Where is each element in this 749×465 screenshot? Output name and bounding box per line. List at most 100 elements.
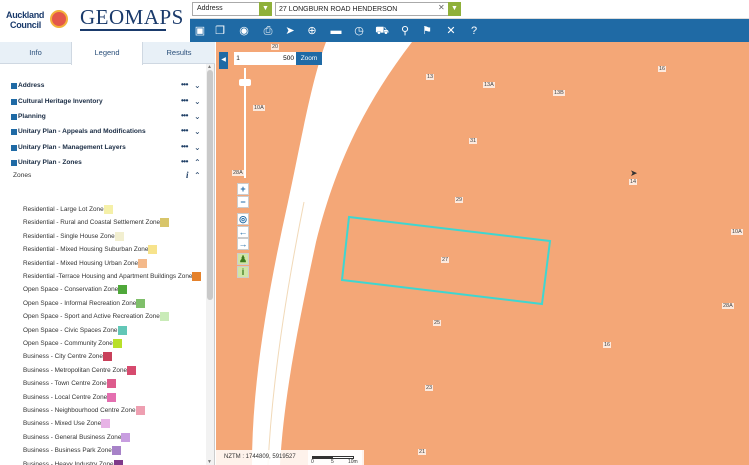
more-options-icon[interactable]: ••• (181, 157, 188, 166)
layer-checkbox[interactable] (11, 129, 17, 135)
scroll-down-icon[interactable]: ▼ (207, 459, 212, 465)
car-icon[interactable]: ⛟ (374, 23, 390, 39)
layer-address[interactable]: Address ••• ⌄ (11, 80, 206, 93)
globe-icon[interactable]: ◎ (237, 213, 249, 225)
layer-label: Planning (18, 113, 46, 120)
search-button[interactable]: ▼ (448, 2, 461, 16)
scrollbar-thumb[interactable] (207, 70, 213, 300)
back-arrow-icon[interactable]: ← (237, 226, 249, 238)
coordinates-readout: NZTM : 1744809, 5919527 (224, 454, 296, 460)
parcel-label: 13 (426, 74, 435, 80)
search-input[interactable] (275, 2, 461, 16)
layers-icon[interactable]: ▣ (192, 23, 208, 39)
zoom-slider-handle[interactable] (239, 79, 251, 86)
layer-planning[interactable]: Planning ••• ⌄ (11, 111, 206, 124)
zone-label: Business - Metropolitan Centre Zone (23, 366, 128, 374)
zone-legend-item: Business - Business Park Zone (23, 446, 121, 458)
zone-swatch (112, 339, 122, 348)
zone-label: Residential - Mixed Housing Suburban Zon… (23, 246, 149, 254)
zone-label: Business - Heavy Industry Zone (23, 460, 114, 465)
pin-icon[interactable]: ⚲ (397, 23, 413, 39)
zone-legend-item: Business - Local Centre Zone (23, 392, 117, 405)
header: Auckland Council GEOMAPS Address ▼ ✕ ▼ ▣… (0, 0, 749, 42)
street-view-icon[interactable]: ♟ (237, 253, 249, 265)
zone-swatch (111, 446, 121, 456)
more-options-icon[interactable]: ••• (181, 80, 188, 89)
zone-legend-item: Business - City Centre Zone (23, 352, 112, 364)
zone-label: Residential - Large Lot Zone (23, 206, 104, 213)
tab-legend[interactable]: Legend (71, 42, 143, 65)
chevron-down-icon[interactable]: ⌄ (194, 127, 201, 136)
copy-icon[interactable]: ❐ (212, 23, 228, 39)
layer-appeals-modifications[interactable]: Unitary Plan - Appeals and Modifications… (11, 126, 206, 139)
scale-label: 5 (331, 459, 334, 465)
eye-icon[interactable]: ◉ (236, 23, 252, 39)
help-icon[interactable]: ? (466, 23, 482, 39)
layer-management-layers[interactable]: Unitary Plan - Management Layers ••• ⌄ (11, 142, 206, 155)
layer-checkbox[interactable] (11, 83, 17, 89)
layer-unitary-plan-zones[interactable]: Unitary Plan - Zones ••• ⌃ (11, 157, 206, 170)
info-icon[interactable]: i (186, 170, 189, 180)
clear-search-icon[interactable]: ✕ (438, 3, 445, 12)
logo-line1: Auckland (6, 10, 45, 20)
tools-icon[interactable]: ✕ (443, 23, 459, 39)
zone-legend-item: Business - Mixed Use Zone (23, 419, 111, 431)
zoom-button[interactable]: Zoom (296, 52, 322, 65)
zone-legend-item: Business - Town Centre Zone (23, 379, 116, 391)
logo-line2: Council (10, 20, 41, 30)
layer-checkbox[interactable] (11, 99, 17, 105)
layer-cultural-heritage[interactable]: Cultural Heritage Inventory ••• ⌄ (11, 96, 206, 109)
chevron-down-icon[interactable]: ⌄ (194, 97, 201, 106)
more-options-icon[interactable]: ••• (181, 142, 188, 151)
scale-input[interactable] (242, 52, 296, 65)
zone-label: Residential - Mixed Housing Urban Zone (23, 259, 139, 267)
zone-label: Residential - Single House Zone (23, 232, 115, 240)
pointer-icon[interactable]: ➤ (282, 23, 298, 39)
zone-label: Business - Business Park Zone (23, 447, 112, 455)
more-options-icon[interactable]: ••• (181, 96, 188, 105)
zoom-out-button[interactable]: − (237, 196, 249, 208)
collapse-panel-button[interactable]: ◀ (219, 52, 228, 69)
layer-checkbox[interactable] (11, 160, 17, 166)
info-circle-icon[interactable]: i (237, 266, 249, 278)
zone-swatch (136, 298, 146, 308)
forward-arrow-icon[interactable]: → (237, 238, 249, 250)
chevron-down-icon[interactable]: ⌄ (194, 112, 201, 121)
zone-swatch (192, 272, 202, 281)
scale-prefix: 1 (234, 52, 242, 65)
chevron-down-icon[interactable]: ⌄ (194, 143, 201, 152)
more-options-icon[interactable]: ••• (181, 126, 188, 135)
zone-swatch (101, 419, 111, 429)
ruler-icon[interactable]: ▬ (328, 23, 344, 39)
tab-results[interactable]: Results (143, 42, 215, 64)
slider-label: 10A (253, 105, 265, 111)
chevron-down-icon[interactable]: ▼ (259, 2, 272, 16)
search-type-select[interactable]: Address ▼ (192, 2, 272, 16)
title-divider (80, 29, 166, 31)
auckland-council-logo[interactable]: Auckland Council (4, 8, 68, 34)
parcel-label: 23 (425, 385, 434, 391)
bookmark-icon[interactable]: ⚑ (419, 23, 435, 39)
chevron-up-icon[interactable]: ⌃ (194, 171, 201, 180)
zoom-in-button[interactable]: + (237, 183, 249, 195)
chevron-up-icon[interactable]: ⌃ (194, 158, 201, 167)
layer-checkbox[interactable] (11, 145, 17, 151)
parcel-label: 21 (418, 449, 427, 455)
print-icon[interactable]: ⎙ (260, 23, 276, 39)
zone-legend-item: Business - General Business Zone (23, 432, 131, 445)
zone-swatch (121, 432, 131, 442)
chevron-down-icon[interactable]: ⌄ (194, 81, 201, 90)
map-canvas[interactable]: 13 13A 13B 16 31 29 14 10A 27 25 28A 23 … (216, 42, 749, 465)
more-options-icon[interactable]: ••• (181, 111, 188, 120)
map-graphics (252, 42, 552, 465)
clock-icon[interactable]: ◷ (351, 23, 367, 39)
scale-control: 1 Zoom (234, 52, 322, 65)
zone-label: Business - Neighbourhood Centre Zone (23, 407, 136, 414)
zone-legend-item: Business - Heavy Industry Zone (23, 459, 123, 465)
legend-scrollbar[interactable]: ▲ ▼ (206, 64, 214, 465)
layer-checkbox[interactable] (11, 114, 17, 120)
target-icon[interactable]: ⊕ (304, 23, 320, 39)
zone-swatch (138, 258, 148, 268)
zone-swatch (103, 205, 113, 214)
tab-info[interactable]: Info (0, 42, 71, 64)
